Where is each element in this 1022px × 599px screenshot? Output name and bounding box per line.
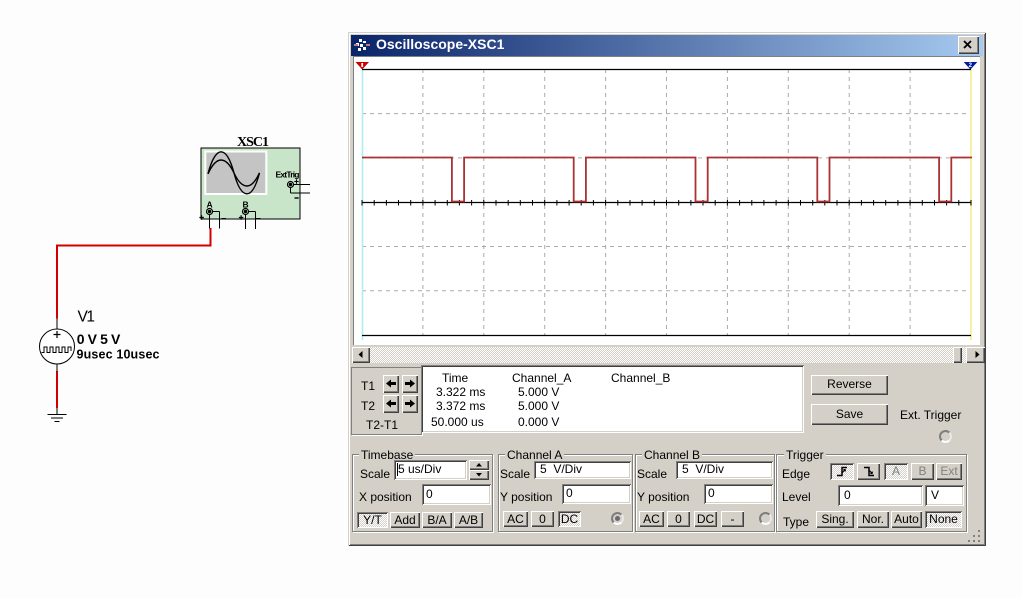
svg-text:9usec 10usec: 9usec 10usec <box>77 348 160 362</box>
svg-text:ExtTrig: ExtTrig <box>276 170 300 180</box>
svg-text:V1: V1 <box>78 309 96 326</box>
svg-text:0 V 5 V: 0 V 5 V <box>77 331 121 347</box>
